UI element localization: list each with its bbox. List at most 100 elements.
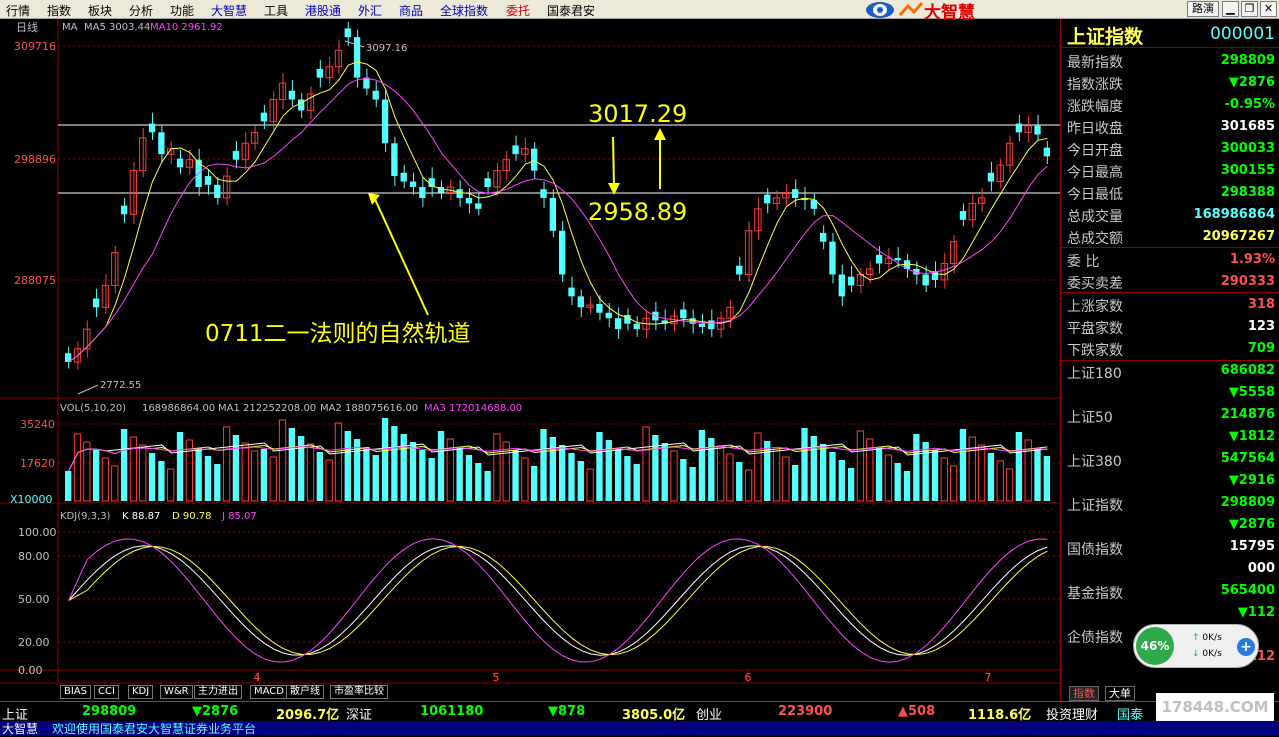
- volume-bar-down: [437, 431, 445, 501]
- ma5-line: [68, 61, 1048, 363]
- menu-item-tools[interactable]: 工具: [264, 2, 288, 19]
- indicator-tab-0[interactable]: BIAS: [60, 685, 91, 699]
- close-button[interactable]: ✕: [1260, 1, 1277, 17]
- sh-value: 298809: [82, 704, 137, 719]
- menu-item-gtja[interactable]: 国泰君安: [547, 2, 595, 19]
- kdj-j-line: [68, 538, 1048, 663]
- tab-big-order[interactable]: 大单: [1105, 686, 1135, 701]
- index-1-label[interactable]: 上证50: [1067, 407, 1113, 427]
- volume-bar-up: [493, 433, 501, 502]
- indicator-tab-7[interactable]: 市盈率比较: [330, 685, 388, 699]
- indicator-tab-1[interactable]: CCI: [94, 685, 119, 699]
- candle-body-down: [1034, 125, 1041, 135]
- volume-bar-down: [288, 428, 296, 501]
- tab-index[interactable]: 指数: [1069, 686, 1099, 701]
- volume-bar-down: [913, 434, 920, 501]
- menu-item-quotes[interactable]: 行情: [6, 2, 30, 19]
- kline-chart[interactable]: 309716 298896 288075 日线 MA MA5 3003.44 MA10 29…: [0, 19, 1060, 701]
- candle-body-down: [456, 189, 463, 198]
- volume-bar-down: [633, 464, 640, 501]
- volume-bar-up: [856, 430, 865, 502]
- close-icon: ✕: [1263, 2, 1274, 15]
- network-speed-widget[interactable]: 46% ↑ 0K/s ↓ 0K/s +: [1133, 624, 1259, 668]
- download-arrow-icon: ↓: [1192, 649, 1200, 659]
- volume-tick-label: 35240: [20, 418, 55, 431]
- menu-item-global-index[interactable]: 全球指数: [440, 2, 488, 19]
- volume-bar-up: [586, 468, 594, 502]
- candle-body-down: [148, 123, 156, 133]
- chart-area[interactable]: 309716 298896 288075 日线 MA MA5 3003.44 MA10 29…: [0, 19, 1060, 701]
- menu-item-trade[interactable]: 委托: [506, 2, 530, 19]
- menu-item-forex[interactable]: 外汇: [358, 2, 382, 19]
- candle-body-down: [381, 99, 389, 144]
- indicator-tab-4[interactable]: 主力进出: [194, 685, 242, 699]
- quote-4-label: 今日开盘: [1067, 143, 1123, 159]
- index-2-label[interactable]: 上证380: [1067, 451, 1122, 471]
- menu-item-function[interactable]: 功能: [170, 2, 194, 19]
- volume-bar-down: [801, 428, 808, 501]
- candle-body-down: [549, 197, 556, 231]
- volume-bar-down: [344, 431, 351, 501]
- index-title: 上证指数: [1067, 26, 1144, 48]
- volume-bar-down: [214, 464, 221, 501]
- index-6-label[interactable]: 企债指数: [1067, 627, 1123, 647]
- kdj-tick-label: 0.00: [18, 664, 43, 677]
- menu-item-index[interactable]: 指数: [47, 2, 71, 19]
- index-5-label[interactable]: 基金指数: [1067, 583, 1123, 603]
- menu-item-dzh[interactable]: 大智慧: [211, 2, 247, 19]
- candle-body-down: [1043, 147, 1050, 157]
- ticker-bar: 大智慧 欢迎使用国泰君安大智慧证券业务平台: [0, 721, 1279, 736]
- quote-2-row: 涨跌幅度 -0.95%: [1061, 93, 1279, 115]
- volume-bar-down: [624, 456, 631, 501]
- quote-0-row: 最新指数 298809: [1061, 49, 1279, 71]
- minimize-button[interactable]: ▁: [1222, 1, 1239, 17]
- candle-body-down: [465, 197, 473, 204]
- indicator-tab-3[interactable]: W&R: [160, 685, 193, 699]
- plus-icon[interactable]: +: [1237, 638, 1255, 656]
- candle-body-down: [298, 99, 305, 111]
- candle-body-down: [605, 312, 612, 319]
- volume-bar-up: [996, 460, 1004, 502]
- volume-bar-down: [1015, 432, 1023, 501]
- index-4-value: 15795: [1229, 539, 1275, 554]
- candle-body-down: [475, 203, 482, 209]
- kdj-legend-prefix: KDJ(9,3,3): [60, 511, 111, 522]
- volume-bar-up: [726, 453, 734, 502]
- volume-bar-down: [372, 455, 379, 501]
- candle-body-down: [577, 296, 584, 308]
- kdj-tick-label: 80.00: [18, 550, 50, 563]
- candle-body-down: [847, 276, 855, 286]
- candle-body-down: [391, 143, 398, 177]
- index-0-label[interactable]: 上证180: [1067, 363, 1122, 383]
- roadshow-button[interactable]: 路演: [1187, 1, 1219, 17]
- month-label: 4: [254, 671, 261, 684]
- restore-button[interactable]: ❐: [1241, 1, 1258, 17]
- index-3-value: 298809: [1220, 495, 1275, 510]
- menu-item-hk-connect[interactable]: 港股通: [305, 2, 341, 19]
- kdj-d-line: [68, 545, 1048, 656]
- speed-percent: 46%: [1136, 627, 1174, 665]
- volume-bar-down: [559, 445, 566, 501]
- index-3-label[interactable]: 上证指数: [1067, 495, 1123, 515]
- menu-item-analysis[interactable]: 分析: [129, 2, 153, 19]
- volume-bar-up: [73, 433, 82, 502]
- volume-bar-down: [465, 455, 473, 501]
- cy-value: 223900: [778, 704, 833, 719]
- ratio-1-label: 委买卖差: [1067, 276, 1123, 292]
- volume-bar-down: [698, 430, 706, 501]
- ratio-0-row: 委 比 1.93%: [1061, 248, 1279, 270]
- volume-bar-up: [744, 469, 753, 502]
- ratio-0-value: 1.93%: [1229, 252, 1275, 267]
- indicator-tab-6[interactable]: 散户线: [286, 685, 324, 699]
- volume-bar-down: [987, 453, 995, 501]
- menu-item-commodity[interactable]: 商品: [399, 2, 423, 19]
- menu-item-sector[interactable]: 板块: [88, 2, 112, 19]
- ratio-1-row: 委买卖差 290333: [1061, 270, 1279, 292]
- indicator-tab-5[interactable]: MACD: [250, 685, 288, 699]
- index-4-label[interactable]: 国债指数: [1067, 539, 1123, 559]
- quote-7-value: 168986864: [1193, 207, 1275, 222]
- indicator-tab-2[interactable]: KDJ: [128, 685, 154, 699]
- month-label: 5: [493, 671, 500, 684]
- candle-body-down: [614, 318, 622, 330]
- ticker-brand: 大智慧: [2, 722, 39, 736]
